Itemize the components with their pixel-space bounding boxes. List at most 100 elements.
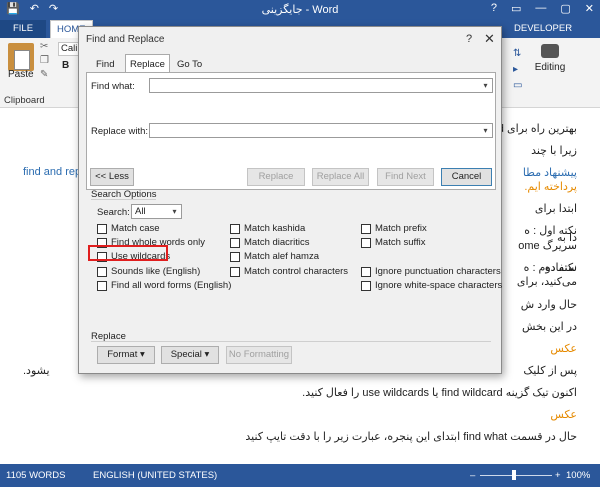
cut-icon[interactable]: ✂	[40, 41, 48, 52]
checkbox-box[interactable]	[361, 266, 371, 277]
editing-group[interactable]: Editing	[532, 44, 568, 73]
less-button[interactable]: << Less	[90, 168, 134, 186]
tab-find[interactable]: Find	[92, 57, 118, 73]
copy-icon[interactable]: ❐	[40, 55, 49, 66]
checkbox-box[interactable]	[361, 237, 371, 248]
word-count[interactable]: 1105 WORDS	[6, 470, 65, 481]
ignore-punctuation-checkbox[interactable]: Ignore punctuation characters	[361, 266, 501, 277]
checkbox-label: Ignore white-space characters	[375, 280, 503, 291]
ignore-white-space-checkbox[interactable]: Ignore white-space characters	[361, 280, 502, 291]
paste-icon[interactable]	[8, 43, 34, 71]
paragraph-icons: ⇅ ▸ ▭	[513, 48, 523, 91]
match-prefix-checkbox[interactable]: Match prefix	[361, 223, 427, 234]
checkbox-label: Match alef hamza	[244, 251, 319, 262]
checkbox-label: Match diacritics	[244, 237, 310, 248]
format-button[interactable]: Format ▾	[97, 346, 155, 364]
checkbox-label: Match kashida	[244, 223, 306, 234]
checkbox-box[interactable]	[97, 280, 107, 291]
checkbox-box[interactable]	[97, 223, 107, 234]
word-forms-checkbox[interactable]: Find all word forms (English)	[97, 280, 231, 291]
doc-line: پس از کلیک	[523, 365, 577, 377]
chevron-down-icon[interactable]: ▾	[168, 205, 181, 218]
checkbox-label: Match prefix	[375, 223, 427, 234]
doc-line: عکس	[550, 409, 577, 421]
checkbox-box[interactable]	[361, 223, 371, 234]
cancel-button[interactable]: Cancel	[441, 168, 492, 186]
window-controls: ? ▭ — ▢ ✕	[491, 2, 594, 15]
maximize-icon[interactable]: ▢	[560, 2, 570, 15]
clipboard-group-label: Clipboard	[4, 95, 45, 106]
chevron-down-icon[interactable]: ▾	[479, 79, 492, 92]
checkbox-box[interactable]	[97, 266, 107, 277]
checkbox-label: Match control characters	[244, 266, 349, 277]
search-direction-label: Search:	[97, 207, 130, 218]
find-what-input[interactable]: ▾	[149, 78, 493, 93]
find-next-button[interactable]: Find Next	[377, 168, 434, 186]
match-kashida-checkbox[interactable]: Match kashida	[230, 223, 305, 234]
minimize-icon[interactable]: —	[535, 2, 546, 15]
replace-with-input[interactable]: ▾	[149, 123, 493, 138]
bold-button[interactable]: B	[62, 60, 69, 71]
doc-line: یشود.	[23, 365, 50, 377]
editing-label: Editing	[534, 62, 566, 73]
search-direction-select[interactable]: All ▾	[131, 204, 182, 219]
format-painter-icon[interactable]: ✎	[40, 69, 48, 80]
paste-button-label[interactable]: Paste	[8, 69, 34, 80]
zoom-slider[interactable]	[480, 475, 552, 476]
binoculars-icon	[541, 44, 559, 58]
checkbox-box[interactable]	[361, 280, 371, 291]
match-diacritics-checkbox[interactable]: Match diacritics	[230, 237, 309, 248]
wildcards-highlight-box	[88, 245, 168, 261]
zoom-in-button[interactable]: +	[555, 470, 561, 481]
checkbox-box[interactable]	[230, 237, 240, 248]
checkbox-box[interactable]	[230, 251, 240, 262]
divider	[91, 341, 491, 342]
replace-button[interactable]: Replace	[247, 168, 305, 186]
sounds-like-checkbox[interactable]: Sounds like (English)	[97, 266, 200, 277]
doc-line: زیرا با چند	[531, 145, 577, 157]
replace-all-button[interactable]: Replace All	[312, 168, 369, 186]
close-icon[interactable]: ✕	[585, 2, 594, 15]
tab-replace[interactable]: Replace	[125, 54, 170, 73]
checkbox-label: Find all word forms (English)	[111, 280, 232, 291]
search-direction-value: All	[135, 206, 146, 217]
match-alef-hamza-checkbox[interactable]: Match alef hamza	[230, 251, 319, 262]
doc-line: find and rep	[23, 166, 82, 178]
help-icon[interactable]: ?	[491, 2, 497, 15]
chevron-down-icon[interactable]: ▾	[479, 124, 492, 137]
checkbox-label: Ignore punctuation characters	[375, 266, 501, 277]
find-replace-dialog: Find and Replace ? ✕ Find Replace Go To …	[78, 26, 502, 374]
doc-line: می‌کنید، برای	[516, 276, 577, 288]
status-bar: 1105 WORDS ENGLISH (UNITED STATES) – + 1…	[0, 464, 600, 487]
doc-line: سریرگ ome	[518, 240, 577, 252]
zoom-slider-thumb[interactable]	[512, 470, 516, 480]
divider	[91, 199, 156, 200]
doc-line: پیشنهاد مطا	[522, 167, 577, 179]
match-suffix-checkbox[interactable]: Match suffix	[361, 237, 426, 248]
zoom-level[interactable]: 100%	[566, 470, 590, 481]
checkbox-label: Sounds like (English)	[111, 266, 201, 277]
checkbox-box[interactable]	[230, 223, 240, 234]
tab-developer[interactable]: DEVELOPER	[508, 20, 578, 38]
no-formatting-button[interactable]: No Formatting	[226, 346, 292, 364]
match-control-characters-checkbox[interactable]: Match control characters	[230, 266, 348, 277]
checkbox-box[interactable]	[230, 266, 240, 277]
zoom-out-button[interactable]: –	[470, 470, 475, 481]
special-button[interactable]: Special ▾	[161, 346, 219, 364]
tab-file[interactable]: FILE	[0, 20, 46, 38]
dialog-title: Find and Replace	[86, 34, 165, 45]
match-case-checkbox[interactable]: Match case	[97, 223, 160, 234]
doc-line: پرداخته ایم.	[524, 181, 577, 193]
ribbon-display-icon[interactable]: ▭	[511, 2, 521, 15]
find-what-label: Find what:	[91, 81, 135, 92]
dialog-close-icon[interactable]: ✕	[484, 31, 495, 47]
language-indicator[interactable]: ENGLISH (UNITED STATES)	[93, 470, 217, 481]
doc-line: عکس	[550, 343, 577, 355]
doc-line: حال وارد ش	[520, 299, 577, 311]
doc-line: اکنون تیک گزینه find wildcard یا use wil…	[302, 387, 577, 399]
tab-go-to[interactable]: Go To	[173, 57, 206, 73]
dialog-help-icon[interactable]: ?	[466, 33, 472, 45]
checkbox-label: Match case	[111, 223, 160, 234]
title-bar: 💾 ↶ ↷ جایگزینی - Word ? ▭ — ▢ ✕	[0, 0, 600, 18]
replace-with-label: Replace with:	[91, 126, 149, 137]
